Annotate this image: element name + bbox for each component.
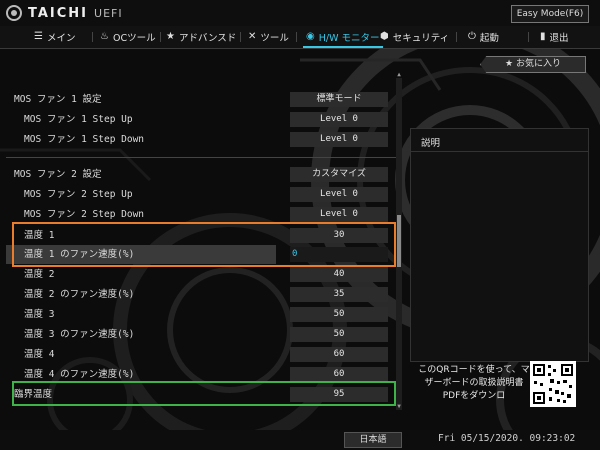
star-icon: ★ (166, 31, 175, 42)
shield-icon: ⬢ (380, 31, 389, 42)
setting-row-mos-fan1-step-down[interactable]: MOS ファン 1 Step Down Level 0 (6, 130, 396, 149)
menu-tool-label: ツール (260, 33, 289, 44)
menu-separator (456, 32, 457, 42)
setting-label: MOS ファン 1 Step Down (24, 134, 145, 145)
setting-value[interactable]: 60 (290, 367, 388, 382)
monitor-icon: ◉ (306, 31, 315, 42)
setting-label: 温度 3 のファン速度(%) (24, 329, 135, 340)
setting-value[interactable]: 標準モード (290, 92, 388, 107)
setting-value[interactable]: Level 0 (290, 187, 388, 202)
setting-row-temp4[interactable]: 温度 4 60 (6, 345, 396, 364)
scroll-down-arrow-icon[interactable]: ▼ (396, 404, 402, 410)
orange-highlight-box (12, 222, 396, 267)
menu-exit[interactable]: ▮ 退出 (540, 26, 569, 48)
section-divider (6, 157, 396, 158)
favorites-star-icon: ★ (505, 59, 516, 69)
taichi-logo-icon (6, 5, 22, 21)
setting-value[interactable]: 60 (290, 347, 388, 362)
setting-row-temp3[interactable]: 温度 3 50 (6, 305, 396, 324)
menu-separator (92, 32, 93, 42)
menu-hw-label: H/W モニター (318, 33, 380, 44)
setting-label: MOS ファン 2 設定 (14, 169, 102, 180)
menu-security[interactable]: ⬢ セキュリティ (380, 26, 449, 48)
setting-row-mos-fan1-mode[interactable]: MOS ファン 1 設定 標準モード (6, 90, 396, 109)
menu-oc-label: OCツール (112, 33, 156, 44)
setting-row-temp3-fan-speed[interactable]: 温度 3 のファン速度(%) 50 (6, 325, 396, 344)
setting-row-mos-fan1-step-up[interactable]: MOS ファン 1 Step Up Level 0 (6, 110, 396, 129)
setting-row-temp2[interactable]: 温度 2 40 (6, 265, 396, 284)
menu-boot-label: 起動 (479, 33, 499, 44)
description-divider (411, 151, 588, 152)
scrollbar-thumb[interactable] (397, 215, 401, 267)
favorites-tab[interactable]: ★ お気に入り (480, 56, 586, 73)
logo-subtext: UEFI (94, 6, 123, 20)
setting-label: 温度 2 のファン速度(%) (24, 289, 135, 300)
green-highlight-box (12, 381, 396, 406)
menu-main-label: メイン (46, 33, 76, 44)
brand-logo: TAICHI UEFI (6, 4, 123, 22)
easy-mode-button[interactable]: Easy Mode(F6) (511, 5, 589, 23)
qr-code-icon (530, 361, 576, 407)
menu-security-label: セキュリティ (392, 33, 450, 44)
setting-label: 温度 2 (24, 269, 55, 280)
top-bar: TAICHI UEFI Easy Mode(F6) (0, 0, 600, 26)
menu-tool[interactable]: ✕ ツール (248, 26, 289, 48)
menu-main[interactable]: ☰ メイン (34, 26, 75, 48)
setting-label: MOS ファン 1 設定 (14, 94, 102, 105)
favorites-label: お気に入り (515, 59, 561, 69)
setting-value[interactable]: 35 (290, 287, 388, 302)
setting-label: MOS ファン 2 Step Up (24, 189, 133, 200)
setting-value[interactable]: 50 (290, 307, 388, 322)
list-icon: ☰ (34, 31, 43, 42)
menu-separator (296, 32, 297, 42)
datetime-display: Fri 05/15/2020. 09:23:02 (438, 433, 576, 444)
setting-value[interactable]: Level 0 (290, 132, 388, 147)
setting-value[interactable]: 50 (290, 327, 388, 342)
exit-icon: ▮ (540, 31, 546, 42)
setting-value[interactable]: 40 (290, 267, 388, 282)
description-title: 説明 (421, 138, 441, 149)
description-panel: 説明 (410, 128, 589, 362)
main-menu: ☰ メイン ♨ OCツール ★ アドバンスド ✕ ツール ◉ H/W モニター … (0, 26, 600, 49)
menu-oc-tweaker[interactable]: ♨ OCツール (100, 26, 156, 48)
menu-separator (240, 32, 241, 42)
menu-separator (160, 32, 161, 42)
menu-boot[interactable]: ⏻ 起動 (468, 26, 499, 48)
wrench-icon: ✕ (248, 31, 257, 42)
menu-advanced-label: アドバンスド (178, 33, 237, 44)
menu-separator (528, 32, 529, 42)
menu-advanced[interactable]: ★ アドバンスド (166, 26, 236, 48)
flame-icon: ♨ (100, 31, 109, 42)
menu-exit-label: 退出 (549, 33, 569, 44)
scroll-up-arrow-icon[interactable]: ▲ (396, 72, 402, 78)
setting-row-mos-fan2-mode[interactable]: MOS ファン 2 設定 カスタマイズ (6, 165, 396, 184)
menu-hw-monitor[interactable]: ◉ H/W モニター (303, 26, 382, 48)
setting-label: 温度 3 (24, 309, 55, 320)
logo-text: TAICHI (28, 5, 89, 21)
qr-code-text: このQRコードを使って、マザーボードの取扱説明書PDFをダウンロ (418, 365, 530, 401)
setting-label: 温度 4 (24, 349, 55, 360)
power-icon: ⏻ (468, 31, 476, 42)
setting-value[interactable]: カスタマイズ (290, 167, 388, 182)
setting-value[interactable]: Level 0 (290, 207, 388, 222)
setting-value[interactable]: Level 0 (290, 112, 388, 127)
setting-row-mos-fan2-step-up[interactable]: MOS ファン 2 Step Up Level 0 (6, 185, 396, 204)
setting-row-temp2-fan-speed[interactable]: 温度 2 のファン速度(%) 35 (6, 285, 396, 304)
language-button[interactable]: 日本語 (344, 432, 402, 448)
setting-label: MOS ファン 1 Step Up (24, 114, 133, 125)
